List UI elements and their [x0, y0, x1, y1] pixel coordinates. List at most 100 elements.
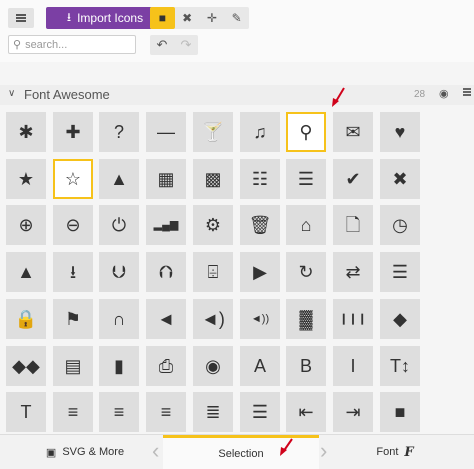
icon-tile[interactable]: ☰ [286, 159, 326, 199]
icon-tile[interactable]: ⏻ [99, 205, 139, 245]
icon-tile[interactable]: ☰ [240, 392, 280, 432]
bookmark-icon: ▮ [114, 356, 124, 376]
icon-tile[interactable]: ⌂ [286, 205, 326, 245]
icon-tile[interactable]: ▂▄▆ [146, 205, 186, 245]
icon-tile[interactable]: ▦ [146, 159, 186, 199]
icon-tile[interactable]: ≡ [53, 392, 93, 432]
icon-tile[interactable]: ⇄ [333, 252, 373, 292]
icon-tile[interactable]: ■ [380, 392, 420, 432]
eye-icon[interactable]: ◉ [439, 87, 449, 100]
icon-tile[interactable]: ✚ [53, 112, 93, 152]
select-mode-button[interactable]: ■ [150, 7, 175, 29]
icon-tile[interactable]: ☷ [240, 159, 280, 199]
icon-tile[interactable]: ◷ [380, 205, 420, 245]
icon-tile[interactable]: ⎙ [146, 346, 186, 386]
chevron-left-icon[interactable]: ‹ [152, 440, 159, 462]
set-menu-icon[interactable] [463, 88, 471, 90]
icon-tile[interactable]: ⊖ [53, 205, 93, 245]
tab-font[interactable]: Font F [340, 435, 450, 469]
icon-tile[interactable]: ▩ [193, 159, 233, 199]
move-mode-button[interactable]: ✛ [200, 7, 225, 29]
chevron-right-icon[interactable]: › [320, 440, 327, 462]
star-empty-icon: ☆ [64, 169, 82, 189]
tab-svg-more[interactable]: ▣ SVG & More [20, 435, 150, 469]
delete-mode-button[interactable]: ✖ [175, 7, 200, 29]
icon-set-title: Font Awesome [24, 87, 110, 102]
icon-tile[interactable]: 🗋 [333, 205, 373, 245]
import-icons-button[interactable]: ⭳ Import Icons [46, 7, 164, 29]
redo-button[interactable]: ↷ [174, 35, 198, 55]
edit-mode-button[interactable]: ✎ [224, 7, 249, 29]
hamburger-icon [16, 17, 26, 19]
indent-right-icon: ⇥ [345, 402, 361, 422]
icon-tile[interactable]: ▮ [99, 346, 139, 386]
icon-tile[interactable]: ✱ [6, 112, 46, 152]
icon-tile[interactable]: ▲ [99, 159, 139, 199]
icon-tile[interactable]: ♥ [380, 112, 420, 152]
icon-tile[interactable]: ◄)) [240, 299, 280, 339]
icon-tile[interactable]: T [6, 392, 46, 432]
road-icon: ▲ [17, 262, 35, 282]
icon-tile[interactable]: ? [99, 112, 139, 152]
text-height-icon: T↕ [390, 356, 410, 376]
search-input[interactable] [25, 38, 126, 51]
icon-tile[interactable]: ⭳ [53, 252, 93, 292]
icon-tile[interactable]: ⇤ [286, 392, 326, 432]
icon-tile[interactable]: ⊕ [6, 205, 46, 245]
import-icons-label: Import Icons [77, 11, 144, 25]
icon-tile[interactable]: I [333, 346, 373, 386]
undo-icon: ↶ [156, 37, 168, 52]
tag-icon: ◆ [393, 309, 407, 329]
icon-tile[interactable]: ◆◆ [6, 346, 46, 386]
icon-tile[interactable]: ◆ [380, 299, 420, 339]
icon-tile[interactable]: ≡ [146, 392, 186, 432]
barcode-icon: ❙❙❙ [339, 312, 367, 325]
icon-tile[interactable]: 🍸 [193, 112, 233, 152]
icon-set-header[interactable]: ∨ Font Awesome 28 ◉ [0, 85, 474, 105]
icon-tile[interactable]: ☰ [380, 252, 420, 292]
icon-tile[interactable]: ◉ [193, 346, 233, 386]
icon-tile[interactable]: ⇥ [333, 392, 373, 432]
icon-tile[interactable]: ≡ [99, 392, 139, 432]
play-circle-icon: ▶ [253, 262, 267, 282]
icon-tile[interactable]: ⮋ [99, 252, 139, 292]
star-icon: ★ [17, 169, 35, 189]
menu-button[interactable] [8, 8, 34, 28]
icon-tile[interactable]: ⚲ [286, 112, 326, 152]
icon-tile[interactable]: B [286, 346, 326, 386]
icon-tile[interactable]: ⮉ [146, 252, 186, 292]
icon-tile[interactable]: ∩ [99, 299, 139, 339]
icon-tile[interactable]: A [240, 346, 280, 386]
chevron-down-icon[interactable]: ∨ [8, 88, 15, 99]
icon-tile[interactable]: ★ [6, 159, 46, 199]
icon-tile[interactable]: ✖ [380, 159, 420, 199]
icon-tile[interactable]: ♫ [240, 112, 280, 152]
th-list-icon: ☰ [297, 169, 315, 189]
icon-tile[interactable]: T↕ [380, 346, 420, 386]
icon-tile[interactable]: — [146, 112, 186, 152]
icon-tile[interactable]: ◄) [193, 299, 233, 339]
icon-tile[interactable]: ⚑ [53, 299, 93, 339]
icon-tile[interactable]: ◄ [146, 299, 186, 339]
selection-label: Selection [218, 447, 264, 460]
heart-icon: ♥ [394, 122, 406, 142]
font-label: Font [376, 446, 399, 458]
icon-tile[interactable]: ▤ [53, 346, 93, 386]
icon-tile[interactable]: ▓ [286, 299, 326, 339]
icon-tile[interactable]: ▶ [240, 252, 280, 292]
icon-tile[interactable]: ⌹ [193, 252, 233, 292]
icon-tile[interactable]: 🗑 [240, 205, 280, 245]
icon-tile[interactable]: ↻ [286, 252, 326, 292]
tab-selection[interactable]: Selection [163, 435, 319, 469]
icon-tile[interactable]: 🔒 [6, 299, 46, 339]
icon-tile[interactable]: ✉ [333, 112, 373, 152]
icon-tile[interactable]: ☆ [53, 159, 93, 199]
icon-tile[interactable]: ❙❙❙ [333, 299, 373, 339]
icon-tile[interactable]: ⚙ [193, 205, 233, 245]
facetime-video-icon: ■ [394, 402, 406, 422]
undo-button[interactable]: ↶ [150, 35, 174, 55]
icon-tile[interactable]: ≣ [193, 392, 233, 432]
icon-tile[interactable]: ▲ [6, 252, 46, 292]
align-justify-icon: ≣ [205, 402, 221, 422]
icon-tile[interactable]: ✔ [333, 159, 373, 199]
